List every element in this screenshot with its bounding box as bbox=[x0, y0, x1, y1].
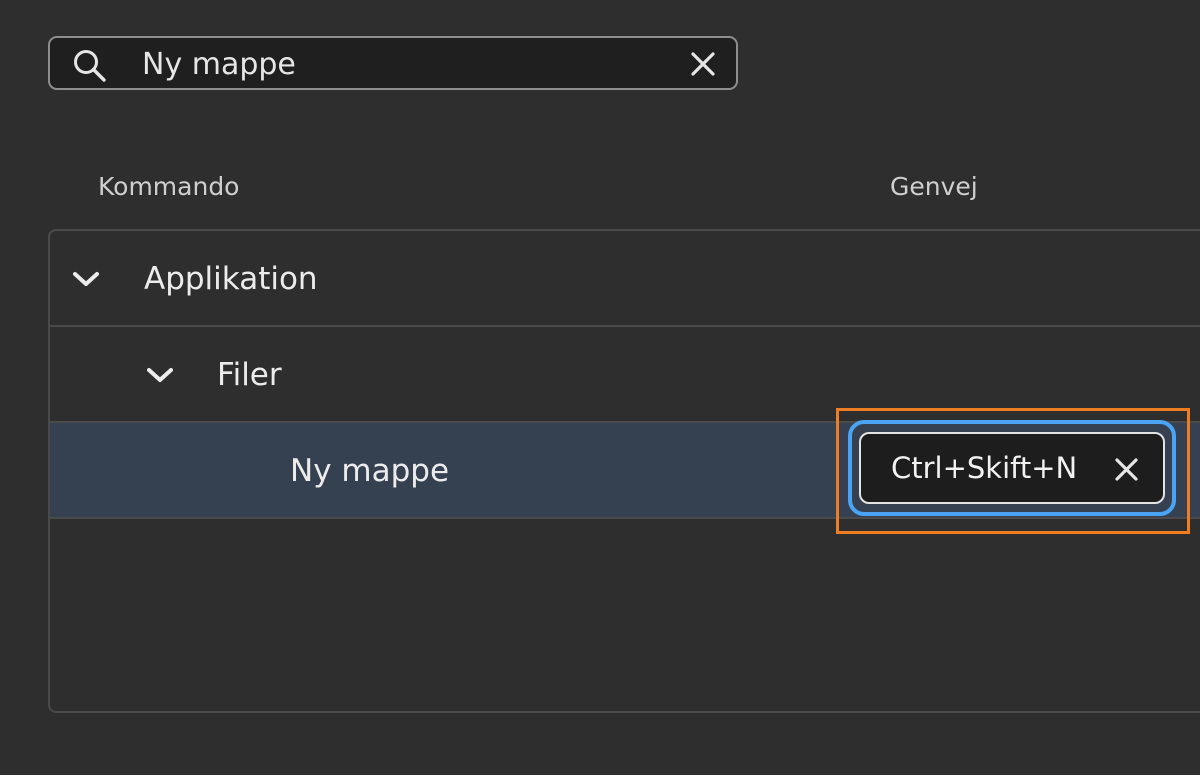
clear-search-icon[interactable] bbox=[690, 51, 716, 77]
tree-row-group[interactable]: Applikation bbox=[50, 231, 1200, 327]
search-box[interactable] bbox=[48, 36, 738, 90]
remove-shortcut-icon[interactable] bbox=[1114, 457, 1139, 482]
command-label: Ny mappe bbox=[290, 453, 450, 489]
tree-row-label: Filer bbox=[217, 357, 282, 393]
shortcut-chip[interactable]: Ctrl+Skift+N bbox=[859, 432, 1165, 504]
shortcut-label: Ctrl+Skift+N bbox=[891, 451, 1078, 485]
search-icon bbox=[72, 48, 108, 84]
tree-row-label: Applikation bbox=[144, 261, 318, 297]
keyboard-shortcuts-panel: Kommando Genvej Applikation Filer Ny map… bbox=[0, 0, 1200, 775]
chevron-down-icon[interactable] bbox=[144, 359, 176, 391]
search-input[interactable] bbox=[142, 44, 662, 84]
chevron-down-icon[interactable] bbox=[70, 263, 102, 295]
column-header-shortcut[interactable]: Genvej bbox=[890, 172, 978, 201]
column-header-command[interactable]: Kommando bbox=[98, 172, 239, 201]
